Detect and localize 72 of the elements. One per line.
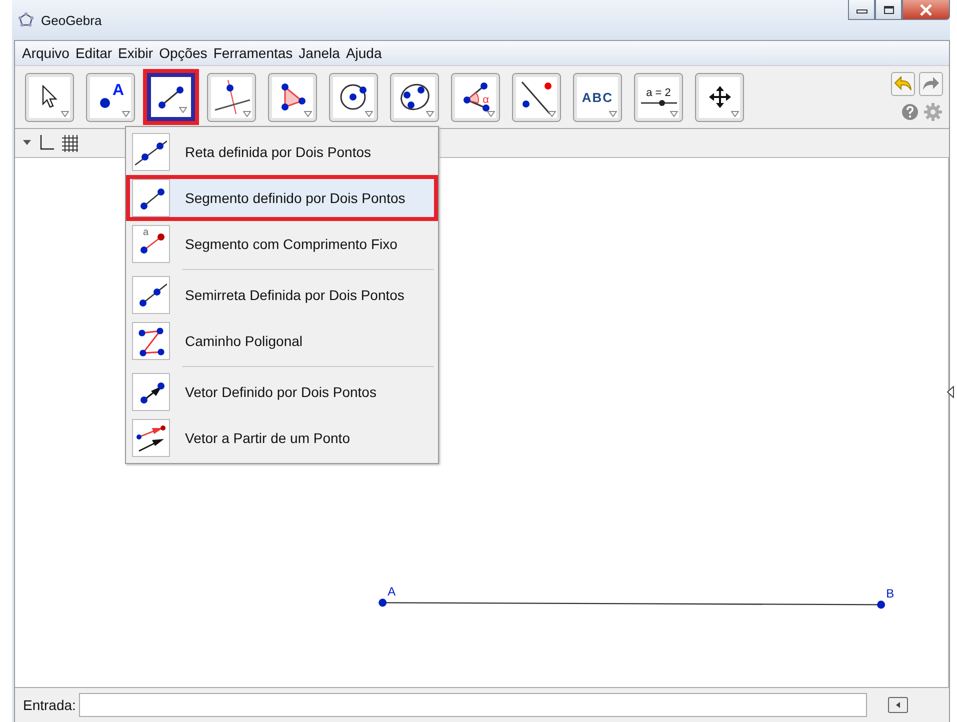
undo-button[interactable] xyxy=(891,72,915,96)
maximize-button[interactable] xyxy=(875,0,902,20)
tool-button[interactable]: a = 2 xyxy=(634,72,683,122)
segment-icon xyxy=(156,84,186,110)
menu-tool-item[interactable]: Reta definida por Dois Pontos xyxy=(126,129,438,175)
redo-button[interactable] xyxy=(919,72,943,96)
dropdown-arrow-icon xyxy=(548,110,556,116)
close-button[interactable] xyxy=(902,0,950,20)
input-help-button[interactable] xyxy=(888,697,908,713)
tool-button[interactable] xyxy=(25,72,74,122)
collapse-triangle-icon[interactable] xyxy=(23,140,31,146)
tool-button[interactable] xyxy=(512,72,561,122)
menu-item[interactable]: Exibir xyxy=(117,45,154,61)
dropdown-arrow-icon xyxy=(670,110,678,116)
maximize-icon xyxy=(882,4,894,14)
point[interactable] xyxy=(877,600,886,609)
menu-item[interactable]: Arquivo xyxy=(21,45,70,61)
app-icon xyxy=(18,12,34,28)
menu-tool-item[interactable]: Semirreta Definida por Dois Pontos xyxy=(126,272,438,318)
dropdown-arrow-icon xyxy=(122,110,130,116)
point-icon xyxy=(98,97,110,109)
tool-button[interactable]: α xyxy=(451,72,500,122)
dropdown-arrow-icon xyxy=(365,110,373,116)
vectors-icon xyxy=(135,423,167,453)
perpendicular-lines-icon xyxy=(214,80,250,114)
window-title: GeoGebra xyxy=(41,12,102,28)
dropdown-arrow-icon xyxy=(243,110,251,116)
dropdown-arrow-icon xyxy=(426,110,434,116)
point[interactable] xyxy=(378,598,387,607)
menu-item[interactable]: Ferramentas xyxy=(212,45,294,61)
tool-button[interactable] xyxy=(329,72,378,122)
move-arrows-icon xyxy=(708,85,732,109)
tool-button[interactable] xyxy=(207,72,256,122)
angle-icon xyxy=(462,82,490,112)
tool-button[interactable] xyxy=(390,72,439,122)
point-label: B xyxy=(886,586,894,601)
circle-icon xyxy=(338,82,368,112)
input-field[interactable] xyxy=(78,693,867,717)
menu-item[interactable]: Janela xyxy=(298,45,341,61)
dropdown-arrow-icon xyxy=(609,110,617,116)
tool-button[interactable] xyxy=(695,72,744,122)
menu-tool-item[interactable]: Caminho Poligonal xyxy=(126,318,438,364)
close-icon xyxy=(919,4,933,16)
menu-item[interactable]: Opções xyxy=(158,45,208,61)
slider-icon xyxy=(640,99,676,107)
minimize-button[interactable] xyxy=(848,0,875,20)
menu-item[interactable]: Editar xyxy=(74,45,114,61)
help-icon[interactable] xyxy=(901,103,919,121)
dropdown-arrow-icon xyxy=(304,110,312,116)
point-label: A xyxy=(388,584,396,599)
point-and-line-icon xyxy=(520,80,554,114)
tool-button[interactable] xyxy=(147,73,195,121)
redo-icon xyxy=(922,76,940,92)
menu-item[interactable]: Ajuda xyxy=(344,45,383,61)
grid-icon[interactable] xyxy=(61,134,79,152)
menu-tool-item[interactable]: Vetor a Partir de um Ponto xyxy=(126,415,438,461)
dropdown-arrow-icon xyxy=(731,110,739,116)
ellipse-icon xyxy=(398,82,430,112)
triangle-icon xyxy=(278,83,306,111)
menu-tool-item[interactable]: a Segmento com Comprimento Fixo xyxy=(126,221,438,267)
expand-panel-icon[interactable] xyxy=(947,386,954,398)
dropdown-arrow-icon xyxy=(487,110,495,116)
undo-icon xyxy=(894,76,912,92)
tool-button[interactable]: ABC xyxy=(573,72,622,122)
tool-button[interactable] xyxy=(268,72,317,122)
dropdown-arrow-icon xyxy=(61,110,69,116)
cursor-icon xyxy=(40,85,58,109)
input-label: Entrada: xyxy=(23,697,76,713)
menu-tool-item[interactable]: Vetor Definido por Dois Pontos xyxy=(126,369,438,415)
dropdown-arrow-icon xyxy=(179,107,187,113)
menu-tool-item[interactable]: Segmento definido por Dois Pontos xyxy=(126,175,438,221)
tool-button[interactable]: A xyxy=(86,72,135,122)
